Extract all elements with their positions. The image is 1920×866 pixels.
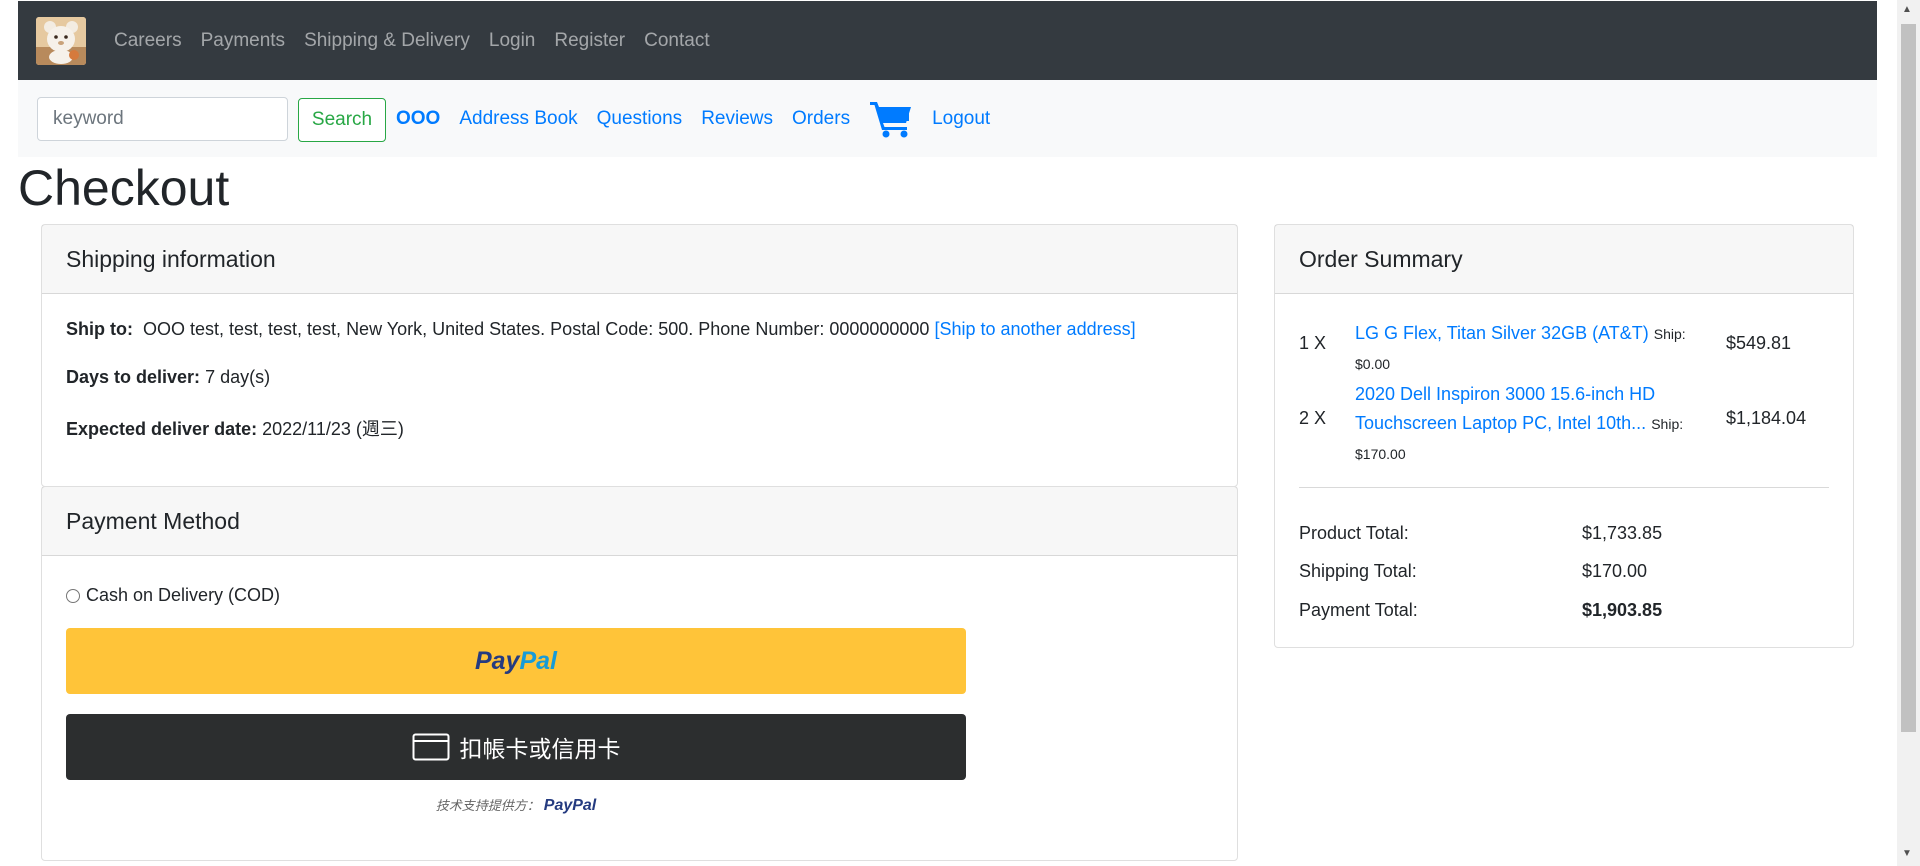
search-input[interactable] [37, 96, 288, 141]
brand-logo[interactable] [36, 16, 86, 65]
secondary-navbar: Search OOO Address Book Questions Review… [18, 80, 1877, 157]
nav-logout[interactable]: Logout [932, 108, 990, 130]
ship-to-label: Ship to: [66, 319, 133, 339]
item-price: $1,184.04 [1726, 408, 1807, 428]
scrollbar-thumb[interactable] [1901, 24, 1916, 732]
credit-card-icon [412, 733, 450, 761]
shipping-total-value: $170.00 [1582, 561, 1648, 581]
bear-logo-icon [36, 16, 86, 65]
paypal-logo-pal: Pal [519, 646, 557, 675]
shopping-cart-icon[interactable] [869, 99, 913, 139]
search-button[interactable]: Search [298, 97, 386, 142]
item-link[interactable]: 2020 Dell Inspiron 3000 15.6-inch HD Tou… [1355, 384, 1655, 433]
scroll-down-icon[interactable]: ▼ [1902, 848, 1912, 859]
cod-radio[interactable] [66, 588, 80, 603]
nav-reviews[interactable]: Reviews [701, 108, 773, 130]
item-quantity: 2 X [1299, 408, 1327, 428]
date-value: 2022/11/23 (週三) [262, 419, 404, 439]
ship-another-address-link[interactable]: [Ship to another address] [934, 319, 1135, 339]
shipping-info-header: Shipping information [42, 225, 1237, 294]
nav-orders[interactable]: Orders [792, 108, 850, 130]
top-navbar: Careers Payments Shipping & Delivery Log… [18, 1, 1877, 80]
item-name: LG G Flex, Titan Silver 32GB (AT&T) Ship… [1355, 319, 1710, 379]
user-name-link[interactable]: OOO [396, 108, 440, 130]
days-label: Days to deliver: [66, 367, 201, 387]
debit-credit-card-button[interactable]: 扣帳卡或信用卡 [66, 714, 966, 780]
payment-total-label: Payment Total: [1299, 600, 1418, 620]
paypal-button[interactable]: Pay Pal [66, 628, 966, 694]
nav-login[interactable]: Login [489, 30, 536, 52]
powered-by-text: 技术支持提供方： [435, 798, 540, 813]
shipping-total-label: Shipping Total: [1299, 561, 1417, 581]
nav-payments[interactable]: Payments [201, 30, 285, 52]
item-link[interactable]: LG G Flex, Titan Silver 32GB (AT&T) [1355, 323, 1649, 343]
summary-divider [1299, 487, 1829, 488]
payment-total-value: $1,903.85 [1582, 600, 1663, 620]
powered-by-paypal: 技术支持提供方： PayPal [66, 795, 966, 815]
ship-to-line: Ship to: OOO test, test, test, test, New… [66, 319, 1136, 340]
item-quantity: 1 X [1299, 333, 1327, 353]
order-summary-card: Order Summary 1 X LG G Flex, Titan Silve… [1274, 224, 1854, 648]
powered-by-brand: PayPal [543, 797, 597, 814]
nav-register[interactable]: Register [554, 30, 625, 52]
nav-shipping-delivery[interactable]: Shipping & Delivery [304, 30, 470, 52]
nav-address-book[interactable]: Address Book [459, 108, 577, 130]
page-title: Checkout [18, 160, 230, 216]
expected-date-line: Expected deliver date: 2022/11/23 (週三) [66, 415, 404, 441]
scroll-up-icon[interactable]: ▲ [1902, 4, 1912, 15]
days-to-deliver-line: Days to deliver: 7 day(s) [66, 367, 270, 388]
payment-method-header: Payment Method [42, 487, 1237, 556]
payment-method-card: Payment Method Cash on Delivery (COD) Pa… [41, 486, 1238, 861]
order-summary-header: Order Summary [1275, 225, 1853, 294]
shipping-info-card: Shipping information Ship to: OOO test, … [41, 224, 1238, 487]
product-total-label: Product Total: [1299, 523, 1409, 543]
cod-option[interactable]: Cash on Delivery (COD) [66, 585, 280, 606]
nav-careers[interactable]: Careers [114, 30, 182, 52]
date-label: Expected deliver date: [66, 419, 258, 439]
nav-questions[interactable]: Questions [597, 108, 683, 130]
item-price: $549.81 [1726, 333, 1792, 353]
ship-to-value: OOO test, test, test, test, New York, Un… [143, 319, 930, 339]
paypal-logo-pay: Pay [474, 646, 520, 675]
nav-contact[interactable]: Contact [644, 30, 709, 52]
item-name: 2020 Dell Inspiron 3000 15.6-inch HD Tou… [1355, 380, 1710, 469]
vertical-scrollbar[interactable]: ▲ ▼ [1897, 0, 1920, 866]
cod-label: Cash on Delivery (COD) [86, 585, 281, 605]
debit-credit-card-label: 扣帳卡或信用卡 [459, 736, 621, 762]
days-value: 7 day(s) [205, 367, 271, 387]
product-total-value: $1,733.85 [1582, 523, 1663, 543]
